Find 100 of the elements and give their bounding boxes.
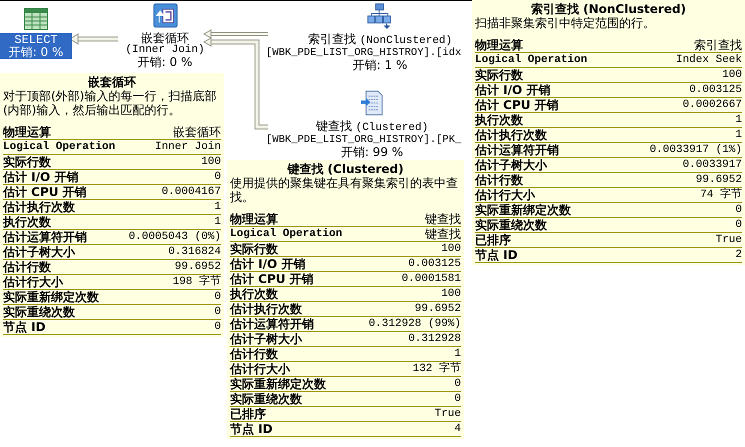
node-subtitle: (Inner Join)	[125, 44, 205, 56]
property-name: 估计运算符开销	[3, 230, 87, 244]
property-value: 74 字节	[700, 188, 742, 202]
property-value: 2	[735, 248, 742, 262]
node-label: SELECT	[14, 34, 58, 46]
tooltip-description: 使用提供的聚集键在具有聚集索引的表中查找。	[230, 176, 459, 204]
property-value: 100	[441, 242, 461, 256]
property-value: 100	[722, 68, 742, 82]
property-name: 估计行数	[475, 173, 523, 187]
property-name: 估计执行次数	[3, 200, 75, 214]
property-value: 0.316824	[168, 245, 221, 259]
property-name: 物理运算	[3, 125, 51, 139]
property-value: 0.0004167	[162, 185, 221, 199]
property-name: 估计 CPU 开销	[230, 272, 314, 286]
property-name: 估计 I/O 开销	[230, 257, 306, 271]
property-value: 0.312928	[408, 332, 461, 346]
property-value: True	[716, 233, 742, 247]
property-value: 0.0001581	[402, 272, 461, 286]
property-name: 估计行大小	[475, 188, 535, 202]
property-value: 198 字节	[172, 275, 221, 289]
property-value: 4	[454, 422, 461, 436]
tooltip-title: 嵌套循环	[87, 75, 137, 89]
property-name: Logical Operation	[230, 227, 342, 241]
property-value: 1	[214, 215, 221, 229]
node-cost: 开销: 0 %	[8, 46, 64, 58]
property-name: 实际重绕次数	[230, 392, 302, 406]
property-name: 执行次数	[475, 113, 523, 127]
property-value: 0	[214, 320, 221, 334]
property-value: 键查找	[425, 227, 461, 241]
connector-arrow	[69, 33, 118, 45]
property-name: 估计运算符开销	[475, 143, 559, 157]
node-label: 嵌套循环	[141, 32, 189, 44]
property-name: 执行次数	[230, 287, 278, 301]
property-value: 0	[454, 377, 461, 391]
node-label-box[interactable]: 嵌套循环 (Inner Join) 开销: 0 %	[110, 31, 220, 69]
property-name: 估计子树大小	[3, 245, 75, 259]
property-value: 0.003125	[408, 257, 461, 271]
property-value: 100	[201, 155, 221, 169]
property-name: Logical Operation	[3, 140, 116, 154]
node-cost: 开销: 1 %	[352, 59, 408, 71]
property-value: 0.003125	[689, 83, 742, 97]
property-value: 0	[214, 170, 221, 184]
property-value: 嵌套循环	[173, 125, 221, 139]
node-label: 索引查找	[308, 32, 356, 46]
node-cost: 开销: 99 %	[340, 146, 404, 158]
property-name: 实际行数	[3, 155, 51, 169]
property-value: 1	[735, 113, 742, 127]
property-value: 99.6952	[696, 173, 742, 187]
property-name: 估计 CPU 开销	[3, 185, 87, 199]
tooltip-title: 键查找 (Clustered)	[286, 162, 405, 176]
node-subtitle: (NonClustered)	[360, 35, 452, 47]
property-name: 估计行大小	[230, 362, 290, 376]
property-name: 实际行数	[230, 242, 278, 256]
object-name: [WBK_PDE_LIST_ORG_HISTROY].[idx	[266, 47, 462, 59]
property-value: True	[434, 407, 461, 421]
property-name: 估计子树大小	[230, 332, 302, 346]
property-name: 估计 I/O 开销	[475, 83, 550, 97]
property-value: 100	[441, 287, 461, 301]
tooltip-description: 扫描非聚集索引中特定范围的行。	[475, 16, 656, 30]
table-icon	[24, 8, 48, 30]
property-name: 估计行大小	[3, 275, 63, 289]
loop-icon	[152, 3, 178, 28]
property-value: Inner Join	[154, 140, 221, 154]
tooltip-description: 对于顶部(外部)输入的每一行，扫描底部(内部)输入，然后输出匹配的行。	[3, 89, 218, 117]
property-name: 实际重绕次数	[3, 305, 75, 319]
property-value: 0	[214, 290, 221, 304]
property-value: 0.0033917	[682, 158, 742, 172]
property-name: 实际行数	[475, 68, 523, 82]
property-value: Index Seek	[676, 53, 742, 67]
property-name: 实际重新绑定次数	[230, 377, 326, 391]
property-name: 节点 ID	[230, 422, 273, 436]
property-name: 已排序	[230, 407, 266, 421]
tooltip-title: 索引查找 (NonClustered)	[530, 2, 688, 16]
node-cost: 开销: 0 %	[138, 56, 192, 68]
property-value: 0	[454, 392, 461, 406]
property-name: 物理运算	[230, 212, 278, 226]
property-name: Logical Operation	[475, 53, 588, 67]
property-name: 执行次数	[3, 215, 51, 229]
index-tree-icon	[367, 3, 393, 29]
property-name: 已排序	[475, 233, 511, 247]
property-value: 索引查找	[694, 38, 742, 52]
property-name: 估计 I/O 开销	[3, 170, 78, 184]
property-value: 0.0005043 (0%)	[128, 230, 221, 244]
property-name: 节点 ID	[3, 320, 46, 334]
property-value: 132 字节	[412, 362, 461, 376]
property-name: 实际重新绑定次数	[3, 290, 99, 304]
property-value: 键查找	[425, 212, 461, 226]
property-value: 0	[214, 305, 221, 319]
property-name: 估计子树大小	[475, 158, 547, 172]
property-value: 1	[214, 200, 221, 214]
property-value: 99.6952	[414, 302, 461, 316]
node-subtitle: (Clustered)	[356, 122, 428, 134]
property-value: 0	[735, 203, 742, 217]
node-label-box[interactable]: SELECT 开销: 0 %	[0, 33, 72, 59]
property-name: 估计行数	[230, 347, 278, 361]
property-name: 估计执行次数	[475, 128, 547, 142]
property-name: 实际重新绑定次数	[475, 203, 571, 217]
property-name: 估计行数	[3, 260, 51, 274]
property-value: 1	[454, 347, 461, 361]
property-value: 0.312928 (99%)	[368, 317, 461, 331]
